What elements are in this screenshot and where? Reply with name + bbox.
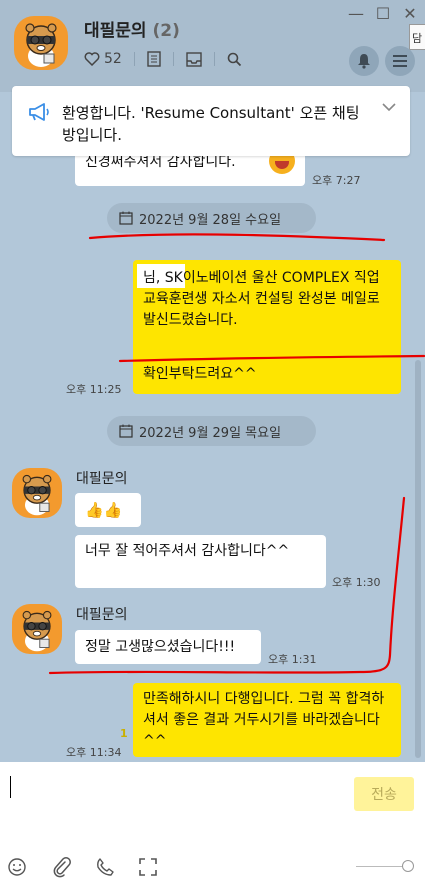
tooltip-fragment: 담: [409, 24, 425, 50]
chevron-down-icon[interactable]: [382, 102, 396, 112]
chat-scrollbar[interactable]: [415, 360, 421, 758]
ryan-character-image: [22, 474, 52, 516]
like-button[interactable]: 52: [84, 51, 122, 67]
toolbar-divider: [213, 52, 215, 66]
room-title: 대필문의 (2): [84, 16, 180, 41]
sender-avatar[interactable]: [12, 604, 62, 654]
message-time: 오후 1:30: [332, 576, 381, 589]
message-bubble[interactable]: 너무 잘 적어주셔서 감사합니다^^: [75, 535, 326, 588]
room-avatar[interactable]: [14, 16, 68, 70]
message-time: 오후 1:31: [268, 653, 317, 666]
sender-name: 대필문의: [76, 607, 128, 623]
menu-button[interactable]: [385, 46, 415, 76]
like-count: 52: [104, 51, 122, 67]
capture-icon: [139, 858, 157, 876]
message-text: 정말 고생많으셨습니다!!!: [85, 639, 236, 655]
attach-button[interactable]: [49, 854, 75, 880]
room-name: 대필문의: [84, 21, 147, 41]
message-bubble[interactable]: 정말 고생많으셨습니다!!!: [75, 630, 261, 664]
maximize-button[interactable]: ☐: [373, 4, 393, 24]
date-divider: 2022년 9월 29일 목요일: [107, 416, 316, 446]
close-button[interactable]: ✕: [400, 4, 420, 24]
room-toolbar: 52: [84, 48, 242, 70]
search-icon[interactable]: [227, 52, 242, 67]
my-message-bubble[interactable]: 만족해하시니 다행입니다. 그럼 꼭 합격하셔서 좋은 결과 거두시기를 바라겠…: [133, 683, 401, 757]
date-label: 2022년 9월 28일 수요일: [139, 212, 282, 228]
toolbar-divider: [172, 52, 174, 66]
calendar-icon: [119, 424, 133, 438]
toolbar-divider: [133, 52, 135, 66]
chat-header: — ☐ ✕ 담 대필문의 (2) 52: [0, 0, 425, 92]
megaphone-icon: [29, 103, 49, 121]
inbox-icon[interactable]: [186, 51, 202, 67]
message-text: 너무 잘 적어주셔서 감사합니다^^: [85, 543, 290, 559]
date-label: 2022년 9월 29일 목요일: [139, 425, 282, 441]
message-composer: 전송: [0, 762, 425, 885]
message-text: 님, SK이노베이션 울산 COMPLEX 직업교육훈련생 자소서 컨설팅 완성…: [143, 270, 380, 328]
heart-icon: [84, 52, 100, 66]
message-text-followup: 확인부탁드려요^^: [143, 366, 257, 382]
ryan-character-image: [25, 23, 57, 67]
text-cursor: [10, 776, 11, 798]
date-divider: 2022년 9월 28일 수요일: [107, 203, 316, 233]
opacity-slider-handle[interactable]: [402, 860, 414, 872]
call-button[interactable]: [92, 854, 118, 880]
notification-button[interactable]: [349, 46, 379, 76]
emoji-icon: [8, 858, 26, 876]
opacity-slider-track[interactable]: [356, 866, 406, 867]
sender-name: 대필문의: [76, 471, 128, 487]
message-time: 오후 11:34: [66, 746, 122, 759]
sender-avatar[interactable]: [12, 468, 62, 518]
message-time: 오후 7:27: [312, 174, 361, 187]
message-text: 신경써주셔서 감사합니다.: [85, 154, 236, 170]
send-button[interactable]: 전송: [354, 777, 414, 811]
my-message-bubble[interactable]: 님, SK이노베이션 울산 COMPLEX 직업교육훈련생 자소서 컨설팅 완성…: [133, 260, 401, 394]
screen-capture-button[interactable]: [135, 854, 161, 880]
message-bubble[interactable]: 👍👍: [75, 493, 141, 527]
phone-icon: [97, 858, 114, 876]
member-count: (2): [152, 21, 180, 41]
paperclip-icon: [53, 857, 71, 878]
notice-text: 환영합니다. 'Resume Consultant' 오픈 채팅방입니다.: [62, 104, 360, 144]
thumbs-up-emoji: 👍👍: [85, 501, 123, 519]
ryan-character-image: [22, 610, 52, 652]
notice-banner[interactable]: 환영합니다. 'Resume Consultant' 오픈 채팅방입니다.: [12, 86, 410, 156]
bell-icon: [358, 54, 370, 69]
document-icon[interactable]: [147, 51, 161, 67]
menu-icon: [393, 55, 407, 67]
minimize-button[interactable]: —: [346, 4, 366, 24]
message-input[interactable]: [0, 762, 340, 842]
calendar-icon: [119, 211, 133, 225]
unread-count: 1: [120, 727, 128, 740]
emoji-button[interactable]: [4, 854, 30, 880]
message-time: 오후 11:25: [66, 383, 122, 396]
message-text: 만족해하시니 다행입니다. 그럼 꼭 합격하셔서 좋은 결과 거두시기를 바라겠…: [143, 691, 385, 749]
